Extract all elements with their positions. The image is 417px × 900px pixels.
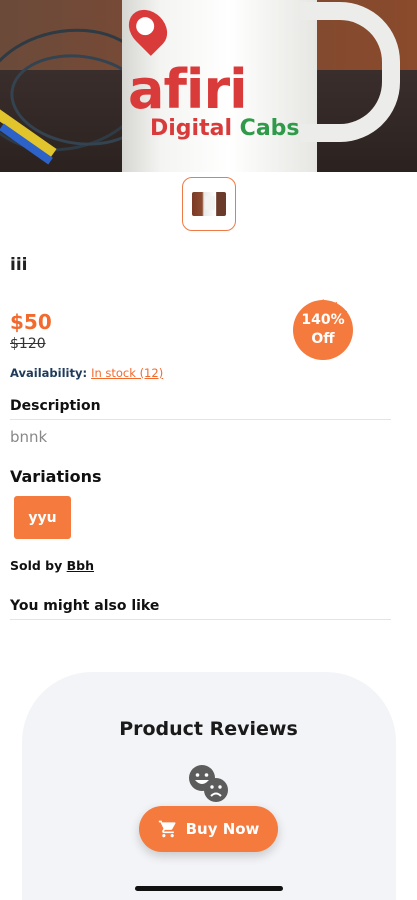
product-hero-image[interactable]: afiri Digital Cabs (0, 0, 417, 172)
variations-heading: Variations (10, 467, 102, 486)
thumbnail-image (192, 192, 226, 216)
mug-tagline: Digital (150, 116, 232, 141)
buy-now-button[interactable]: Buy Now (139, 806, 278, 852)
discount-off: Off (311, 331, 335, 347)
discount-badge: 140% Off (287, 294, 359, 366)
buy-now-label: Buy Now (185, 820, 260, 838)
gallery-thumbnail[interactable] (182, 177, 236, 231)
product-old-price: $120 (10, 336, 46, 352)
mug-logo-text: afiri (128, 58, 248, 121)
discount-text: 140% Off (287, 311, 359, 349)
discount-percent: 140% (301, 312, 345, 328)
mug-logo-sub: Digital Cabs (150, 116, 300, 141)
product-price: $50 (10, 310, 52, 334)
description-heading: Description (10, 398, 101, 414)
availability: Availability: In stock (12) (10, 366, 163, 380)
divider (10, 419, 391, 420)
availability-label: Availability: (10, 366, 88, 380)
home-indicator[interactable] (135, 886, 283, 891)
sold-by: Sold by Bbh (10, 558, 94, 573)
recommend-heading: You might also like (10, 598, 160, 614)
variation-option[interactable]: yyu (14, 496, 71, 539)
hero-mug-handle (300, 2, 400, 142)
emoji-faces-icon (189, 765, 228, 802)
product-title: iii (10, 255, 28, 275)
mug-logo-sub-text: Cabs (239, 116, 300, 141)
availability-value[interactable]: In stock (12) (91, 366, 163, 380)
cart-icon (158, 820, 176, 838)
reviews-title: Product Reviews (119, 718, 298, 740)
divider (10, 619, 391, 620)
sold-by-label: Sold by (10, 558, 63, 573)
seller-link[interactable]: Bbh (67, 558, 94, 573)
description-text: bnnk (10, 428, 48, 446)
